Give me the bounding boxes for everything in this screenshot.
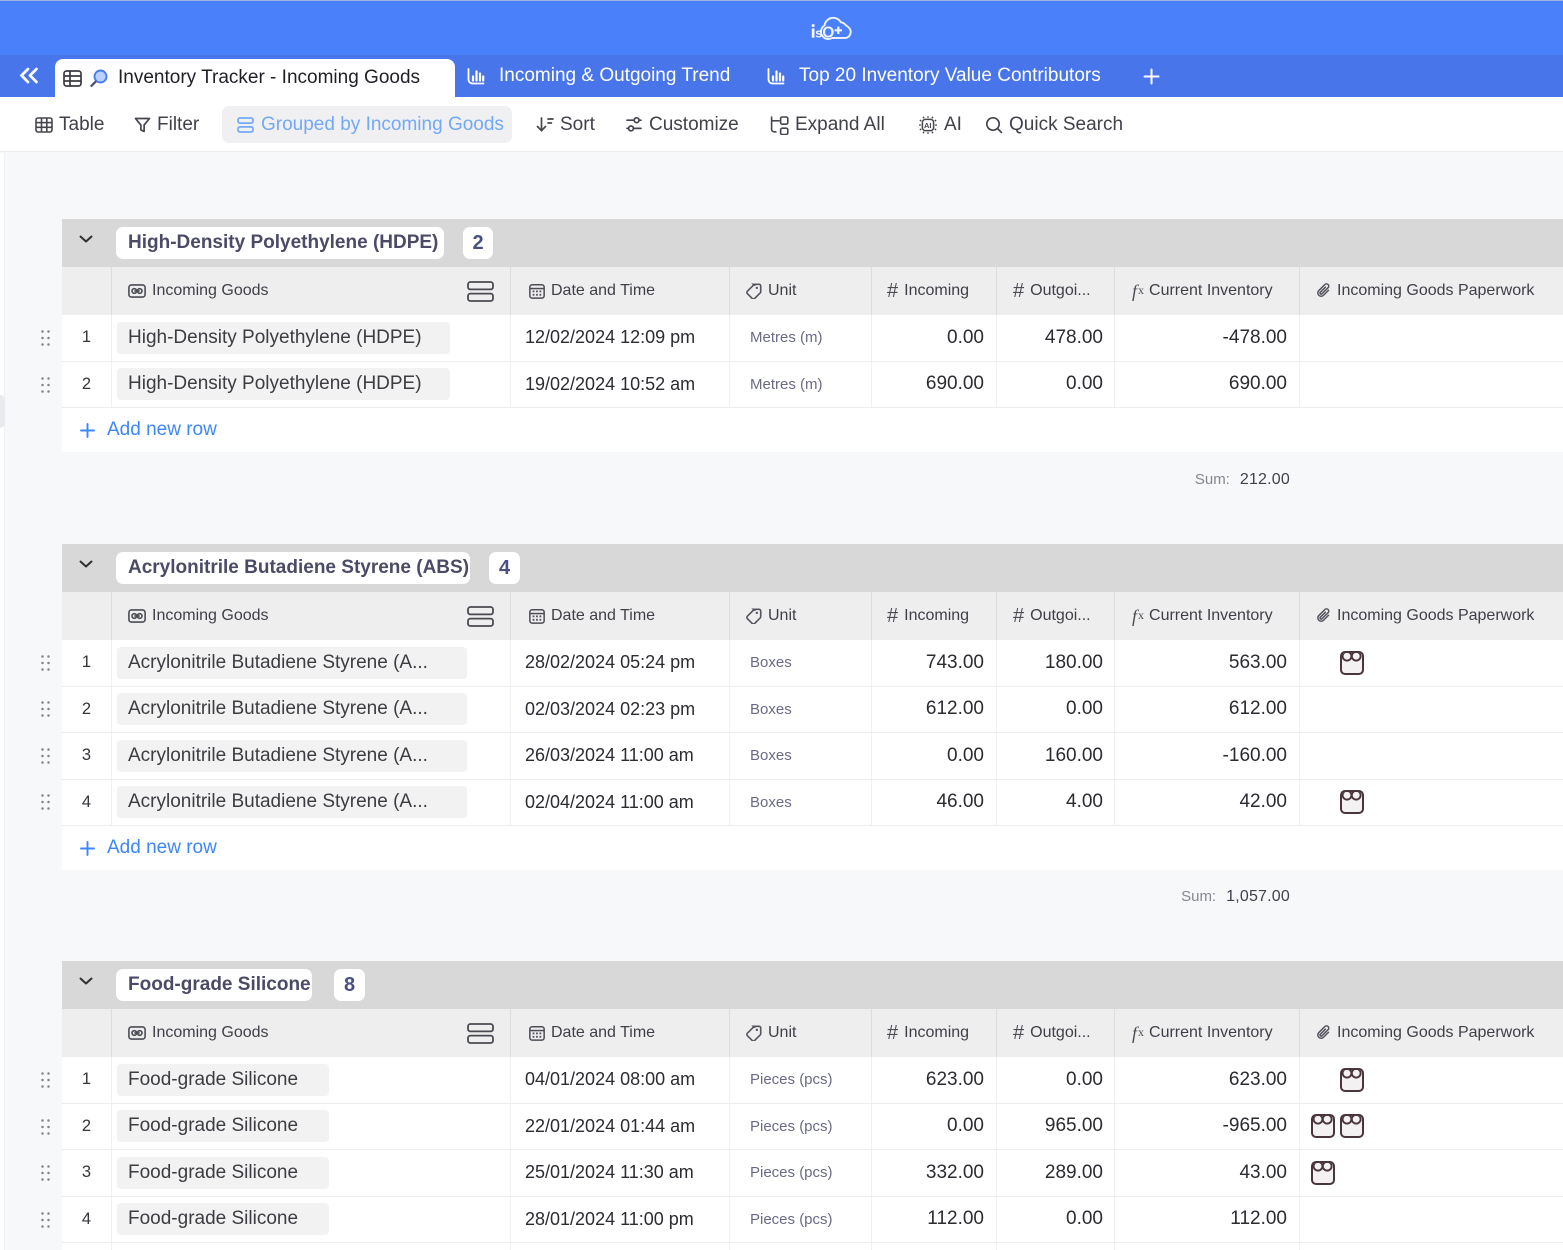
svg-text:AI: AI: [924, 121, 932, 130]
svg-text:O: O: [822, 25, 834, 42]
